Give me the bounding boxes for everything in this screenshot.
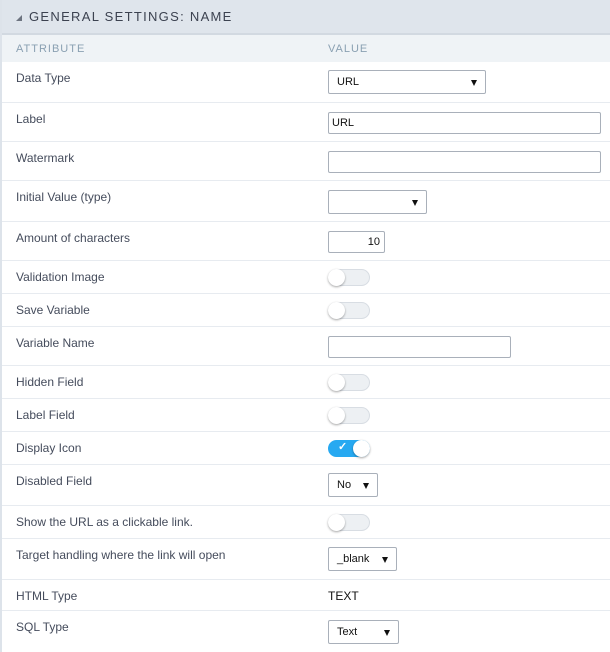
attribute-label: Save Variable xyxy=(16,303,90,317)
attribute-label: SQL Type xyxy=(16,620,69,634)
amount-of-characters-input[interactable]: 10 xyxy=(328,231,385,253)
toggle-knob xyxy=(353,440,370,457)
sql-type-select[interactable]: Text xyxy=(328,620,399,644)
row-validation-image: Validation Image xyxy=(2,261,610,294)
row-save-variable: Save Variable xyxy=(2,294,610,327)
attribute-label: Show the URL as a clickable link. xyxy=(16,515,193,529)
general-settings-panel: GENERAL SETTINGS: NAME ATTRIBUTE VALUE D… xyxy=(0,0,610,652)
attribute-label: Label Field xyxy=(16,408,75,422)
data-type-select[interactable]: URL xyxy=(328,70,486,94)
attribute-label: Label xyxy=(16,112,46,126)
attribute-label: Initial Value (type) xyxy=(16,190,112,204)
label-field-toggle[interactable] xyxy=(328,407,370,424)
html-type-value: TEXT xyxy=(328,589,359,603)
attribute-label: Variable Name xyxy=(16,336,95,350)
row-show-url-clickable: Show the URL as a clickable link. xyxy=(2,506,610,539)
triangle-collapse-icon[interactable] xyxy=(16,14,22,21)
row-variable-name: Variable Name xyxy=(2,327,610,366)
attribute-label: Amount of characters xyxy=(16,231,131,245)
save-variable-toggle[interactable] xyxy=(328,302,370,319)
row-sql-type: SQL Type Text xyxy=(2,611,610,652)
attribute-label: Data Type xyxy=(16,71,71,85)
row-hidden-field: Hidden Field xyxy=(2,366,610,399)
panel-header[interactable]: GENERAL SETTINGS: NAME xyxy=(2,0,610,35)
validation-image-toggle[interactable] xyxy=(328,269,370,286)
attribute-label: HTML Type xyxy=(16,589,78,603)
attribute-label: Watermark xyxy=(16,151,75,165)
watermark-input[interactable] xyxy=(328,151,601,173)
attribute-label: Display Icon xyxy=(16,441,82,455)
row-initial-value: Initial Value (type) xyxy=(2,181,610,222)
toggle-knob xyxy=(328,302,345,319)
select-value: No xyxy=(337,479,352,491)
dropdown-arrow-icon xyxy=(471,80,477,86)
checkmark-icon: ✓ xyxy=(338,441,348,453)
row-disabled-field: Disabled Field No xyxy=(2,465,610,506)
select-value: _blank xyxy=(337,553,370,565)
toggle-knob xyxy=(328,269,345,286)
row-display-icon: Display Icon ✓ xyxy=(2,432,610,465)
toggle-knob xyxy=(328,407,345,424)
display-icon-toggle[interactable]: ✓ xyxy=(328,440,370,457)
column-header-value: VALUE xyxy=(328,42,369,55)
attribute-label: Target handling where the link will open xyxy=(16,548,226,562)
column-header-attribute: ATTRIBUTE xyxy=(16,42,86,55)
toggle-knob xyxy=(328,514,345,531)
dropdown-arrow-icon xyxy=(363,483,369,489)
attribute-label: Hidden Field xyxy=(16,375,84,389)
dropdown-arrow-icon xyxy=(412,200,418,206)
column-header-row: ATTRIBUTE VALUE xyxy=(2,35,610,62)
show-url-clickable-toggle[interactable] xyxy=(328,514,370,531)
row-watermark: Watermark xyxy=(2,142,610,181)
select-value: Text xyxy=(337,626,358,638)
hidden-field-toggle[interactable] xyxy=(328,374,370,391)
target-handling-select[interactable]: _blank xyxy=(328,547,397,571)
label-input[interactable]: URL xyxy=(328,112,601,134)
select-value: URL xyxy=(337,76,360,88)
row-html-type: HTML Type TEXT xyxy=(2,580,610,611)
variable-name-input[interactable] xyxy=(328,336,511,358)
attribute-label: Disabled Field xyxy=(16,474,93,488)
row-data-type: Data Type URL xyxy=(2,62,610,103)
row-label: Label URL xyxy=(2,103,610,142)
disabled-field-select[interactable]: No xyxy=(328,473,378,497)
toggle-knob xyxy=(328,374,345,391)
attribute-label: Validation Image xyxy=(16,270,105,284)
dropdown-arrow-icon xyxy=(384,630,390,636)
dropdown-arrow-icon xyxy=(382,557,388,563)
row-amount-of-characters: Amount of characters 10 xyxy=(2,222,610,261)
panel-title: GENERAL SETTINGS: NAME xyxy=(29,9,233,24)
initial-value-type-select[interactable] xyxy=(328,190,427,214)
row-target-handling: Target handling where the link will open… xyxy=(2,539,610,580)
row-label-field: Label Field xyxy=(2,399,610,432)
